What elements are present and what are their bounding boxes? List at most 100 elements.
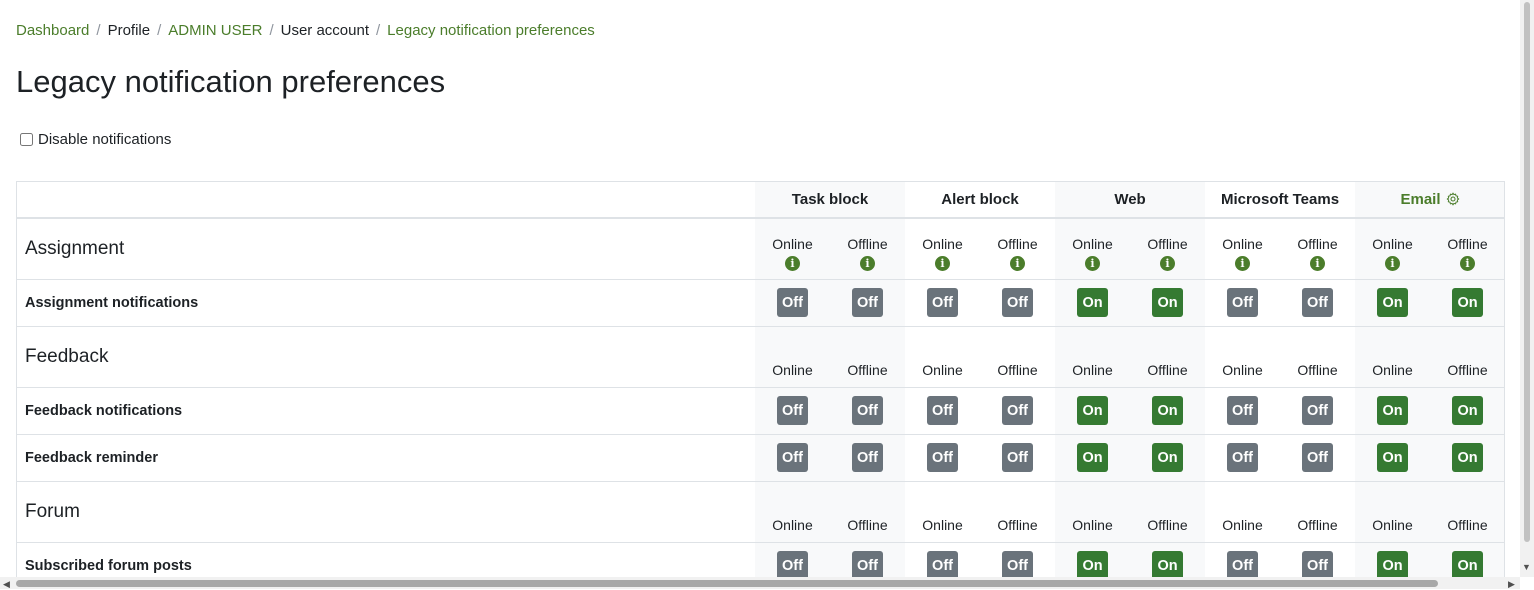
preference-toggle-button[interactable]: Off [1302, 443, 1334, 472]
preference-toggle-button[interactable]: Off [852, 288, 883, 317]
preference-toggle-button[interactable]: Off [1002, 551, 1034, 581]
info-icon[interactable]: i [785, 255, 800, 271]
preference-toggle-button[interactable]: Off [1302, 288, 1334, 317]
header-blank-cell [17, 182, 755, 219]
preference-toggle-button[interactable]: On [1377, 396, 1409, 425]
preference-toggle-button[interactable]: Off [777, 551, 808, 581]
info-icon[interactable]: i [860, 255, 875, 271]
horizontal-scrollbar[interactable]: ◀ ▶ [0, 577, 1520, 589]
preference-toggle-button[interactable]: Off [777, 396, 808, 425]
state-label-offline: Offline [1297, 235, 1338, 252]
preference-toggle-button[interactable]: Off [1002, 288, 1034, 317]
state-cell-offline: Offline [1430, 325, 1504, 387]
preference-toggle-button[interactable]: On [1152, 443, 1184, 472]
preference-toggle-button[interactable]: Off [777, 288, 808, 317]
preference-toggle-button[interactable]: On [1452, 288, 1484, 317]
info-icon[interactable]: i [1085, 255, 1101, 271]
breadcrumb-separator: / [157, 22, 162, 39]
info-icon[interactable]: i [1310, 255, 1326, 271]
preference-toggle-button[interactable]: Off [1227, 288, 1259, 317]
preference-toggle-button[interactable]: Off [777, 443, 808, 472]
preference-toggle-button[interactable]: Off [1002, 443, 1034, 472]
info-icon[interactable]: i [1160, 255, 1176, 271]
preference-toggle-button[interactable]: Off [1302, 551, 1334, 581]
processor-header-alert-block: Alert block [905, 182, 1056, 219]
disable-notifications-option[interactable]: Disable notifications [20, 131, 171, 148]
toggle-cell: Off [755, 278, 830, 326]
preference-toggle-button[interactable]: On [1377, 551, 1409, 581]
preference-toggle-button[interactable]: Off [1227, 551, 1259, 581]
preference-toggle-button[interactable]: Off [927, 443, 959, 472]
vertical-scrollbar[interactable]: ▼ [1520, 0, 1534, 577]
info-icon[interactable]: i [1235, 255, 1251, 271]
state-cell-offline: Offline [1280, 480, 1356, 542]
preference-toggle-button[interactable]: Off [852, 396, 883, 425]
preference-toggle-button[interactable]: Off [1002, 396, 1034, 425]
horizontal-scrollbar-thumb[interactable] [16, 580, 1438, 587]
preference-toggle-button[interactable]: On [1077, 443, 1109, 472]
state-cell-online: Online i [905, 217, 981, 279]
toggle-cell: Off [1205, 386, 1281, 434]
processor-label: Web [1114, 191, 1146, 208]
toggle-cell: On [1355, 433, 1431, 481]
preference-toggle-button[interactable]: Off [852, 443, 883, 472]
processor-label: Task block [791, 191, 869, 208]
toggle-cell: Off [905, 278, 981, 326]
preference-toggle-button[interactable]: On [1377, 288, 1409, 317]
preference-toggle-button[interactable]: Off [927, 396, 959, 425]
breadcrumb-item-admin-user[interactable]: ADMIN USER [168, 22, 262, 39]
info-icon[interactable]: i [1010, 255, 1026, 271]
scroll-right-arrow-icon[interactable]: ▶ [1508, 579, 1515, 590]
breadcrumb-item-legacy-notification-preferences[interactable]: Legacy notification preferences [387, 22, 595, 39]
preference-toggle-button[interactable]: On [1377, 443, 1409, 472]
preference-toggle-button[interactable]: On [1077, 551, 1109, 581]
info-icon[interactable]: i [1385, 255, 1401, 271]
preference-toggle-button[interactable]: Off [1302, 396, 1334, 425]
state-cell-online: Online [905, 325, 981, 387]
preference-toggle-button[interactable]: On [1152, 551, 1184, 581]
preference-toggle-button[interactable]: Off [852, 551, 883, 581]
processor-label[interactable]: Email [1401, 191, 1441, 208]
preference-row: Feedback notifications Off Off Off Off On On Of… [17, 386, 1504, 434]
breadcrumb: Dashboard / Profile / ADMIN USER / User accoun… [16, 22, 595, 39]
scroll-down-arrow-icon[interactable]: ▼ [1522, 562, 1531, 572]
section-title: Forum [17, 480, 755, 542]
preference-toggle-button[interactable]: Off [1227, 443, 1259, 472]
disable-notifications-checkbox[interactable] [20, 133, 33, 146]
breadcrumb-separator: / [269, 22, 274, 39]
preference-toggle-button[interactable]: On [1452, 443, 1484, 472]
info-icon[interactable]: i [935, 255, 951, 271]
vertical-scrollbar-thumb[interactable] [1524, 2, 1530, 542]
state-cell-online: Online [905, 480, 981, 542]
state-cell-online: Online [1355, 480, 1431, 542]
breadcrumb-item-dashboard[interactable]: Dashboard [16, 22, 89, 39]
state-label-offline: Offline [1447, 235, 1488, 252]
section-title: Assignment [17, 217, 755, 279]
toggle-cell: Off [1280, 433, 1356, 481]
processor-label: Alert block [941, 191, 1019, 208]
preference-toggle-button[interactable]: On [1452, 396, 1484, 425]
breadcrumb-separator: / [376, 22, 381, 39]
state-label-online: Online [1372, 235, 1413, 252]
preference-toggle-button[interactable]: On [1077, 288, 1109, 317]
preference-toggle-button[interactable]: On [1152, 396, 1184, 425]
toggle-cell: Off [980, 433, 1056, 481]
state-label-offline: Offline [1447, 361, 1488, 378]
preference-toggle-button[interactable]: On [1077, 396, 1109, 425]
toggle-cell: Off [755, 386, 830, 434]
scroll-left-arrow-icon[interactable]: ◀ [3, 579, 10, 590]
state-label-online: Online [772, 361, 813, 378]
preference-toggle-button[interactable]: On [1152, 288, 1184, 317]
preference-toggle-button[interactable]: Off [927, 551, 959, 581]
preference-toggle-button[interactable]: Off [1227, 396, 1259, 425]
breadcrumb-separator: / [96, 22, 101, 39]
preference-toggle-button[interactable]: Off [927, 288, 959, 317]
preference-toggle-button[interactable]: On [1452, 551, 1484, 581]
state-cell-offline: Offline [1430, 480, 1504, 542]
gear-icon[interactable] [1446, 192, 1460, 206]
state-label-offline: Offline [1297, 516, 1338, 533]
toggle-cell: On [1130, 541, 1206, 581]
info-icon[interactable]: i [1460, 255, 1476, 271]
state-cell-online: Online [1055, 325, 1131, 387]
preference-row: Assignment notifications Off Off Off Off On On… [17, 278, 1504, 326]
